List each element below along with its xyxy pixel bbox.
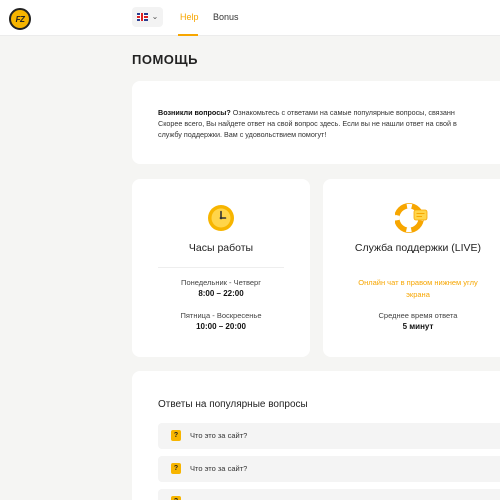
intro-card: Возникли вопросы? Ознакомьтесь с ответам…: [132, 81, 500, 164]
faq-question: Что это за сайт?: [190, 431, 248, 440]
working-hours-card: Часы работы Понедельник - Четверг 8:00 –…: [132, 179, 310, 357]
online-chat-link-line-2: экрана: [406, 290, 430, 299]
question-icon: ?: [171, 496, 181, 500]
weekdays-label: Понедельник - Четверг: [181, 278, 261, 287]
intro-text: Возникли вопросы? Ознакомьтесь с ответам…: [158, 107, 500, 140]
intro-line-2: Скорее всего, Вы найдете ответ на свой в…: [158, 119, 457, 128]
online-chat-link[interactable]: Онлайн чат в правом нижнем углу экрана: [323, 277, 500, 301]
intro-line-1: Ознакомьтесь с ответами на самые популяр…: [230, 108, 455, 117]
language-selector[interactable]: ⌄: [132, 7, 163, 27]
divider: [158, 267, 284, 268]
intro-line-3: службу поддержки. Вам с удовольствием по…: [158, 130, 327, 139]
response-time-value: 5 минут: [402, 322, 434, 331]
weekdays-time: 8:00 – 22:00: [198, 289, 244, 298]
support-card: Служба поддержки (LIVE) Онлайн чат в пра…: [323, 179, 500, 357]
faq-item[interactable]: ?: [158, 489, 500, 500]
uk-flag-icon: [136, 13, 148, 21]
question-icon: ?: [171, 430, 181, 441]
faq-item[interactable]: ? Что это за сайт?: [158, 423, 500, 449]
nav-tab-help[interactable]: Help: [180, 12, 199, 22]
working-hours-title: Часы работы: [188, 242, 254, 254]
lifebuoy-chat-icon: [395, 203, 428, 233]
question-icon: ?: [171, 463, 181, 474]
logo-text: FZ: [15, 14, 25, 24]
weekend-time: 10:00 – 20:00: [196, 322, 246, 331]
faq-question: Что это за сайт?: [190, 464, 248, 473]
weekend-label: Пятница - Воскресенье: [180, 311, 262, 320]
nav-tab-bonus[interactable]: Bonus: [213, 12, 239, 22]
online-chat-link-line-1: Онлайн чат в правом нижнем углу: [358, 278, 478, 287]
top-navigation-bar: FZ ⌄ Help Bonus: [0, 0, 500, 36]
intro-bold: Возникли вопросы?: [158, 108, 231, 117]
support-title: Служба поддержки (LIVE): [354, 242, 482, 254]
response-time-label: Среднее время ответа: [378, 311, 458, 320]
active-tab-indicator: [178, 34, 198, 36]
brand-logo[interactable]: FZ: [9, 8, 31, 30]
clock-icon: [208, 205, 234, 231]
faq-title: Ответы на популярные вопросы: [158, 399, 308, 410]
faq-item[interactable]: ? Что это за сайт?: [158, 456, 500, 482]
page-title: ПОМОЩЬ: [132, 52, 198, 67]
chevron-down-icon: ⌄: [151, 12, 159, 21]
faq-card: Ответы на популярные вопросы ? Что это з…: [132, 371, 500, 500]
